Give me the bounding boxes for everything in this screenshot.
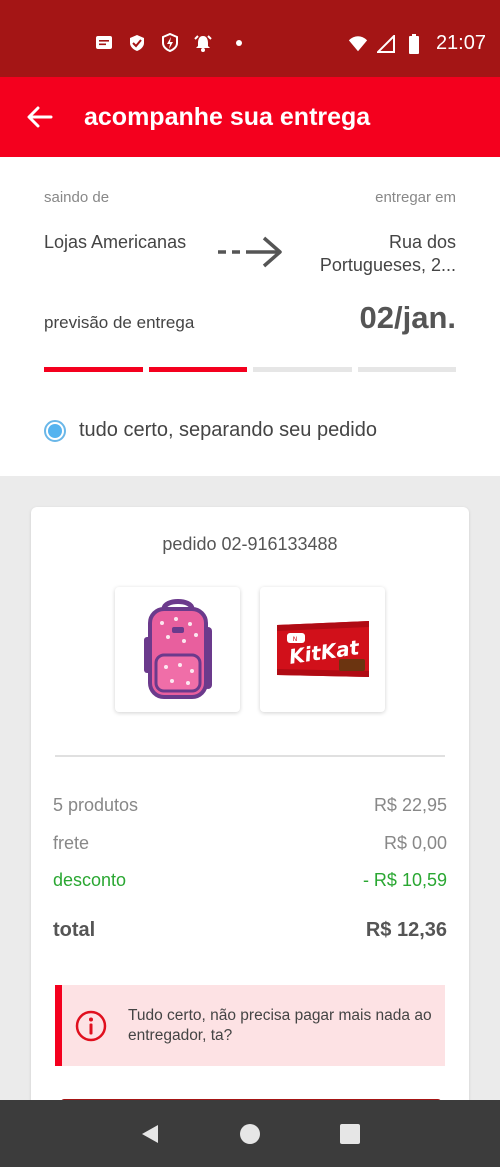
signal-icon — [376, 34, 396, 54]
total-label: total — [53, 919, 96, 941]
shield-check-icon — [127, 33, 147, 53]
order-number: pedido 02-916133488 — [162, 534, 338, 554]
back-triangle-icon — [142, 1124, 158, 1143]
origin-value: Lojas Americanas — [44, 232, 187, 252]
shield-bolt-icon — [160, 33, 180, 53]
alarm-icon — [193, 33, 213, 53]
home-circle-icon — [240, 1123, 260, 1144]
total-value: R$ 12,36 — [365, 919, 447, 941]
clock: 21:07 — [435, 32, 486, 54]
forecast-date: 02/jan. — [359, 300, 457, 335]
summary-products: 5 produtos R$ 22,95 — [53, 795, 447, 816]
destination-label: entregar em — [375, 189, 456, 206]
route-arrow-icon — [218, 236, 282, 268]
payment-notice: Tudo certo, não precisa pagar mais nada … — [55, 985, 445, 1066]
system-nav-bar — [0, 1100, 500, 1167]
progress-segment — [44, 367, 143, 372]
backpack-image — [143, 598, 212, 699]
summary-shipping: frete R$ 0,00 — [53, 833, 447, 854]
back-button[interactable] — [0, 77, 80, 157]
discount-value: - R$ 10,59 — [362, 870, 447, 890]
products-label: 5 produtos — [53, 795, 139, 815]
notice-text: Tudo certo, não precisa pagar mais nada … — [128, 1006, 432, 1044]
forecast-label: previsão de entrega — [44, 313, 195, 332]
summary-total: total R$ 12,36 — [53, 919, 447, 942]
notification-icons — [94, 33, 242, 53]
wifi-icon — [348, 34, 368, 54]
page-title: acompanhe sua entrega — [84, 102, 371, 131]
arrow-left-icon — [27, 106, 53, 128]
order-card: pedido 02-916133488 N KitKat 5 produtos … — [31, 507, 469, 1127]
app-bar: acompanhe sua entrega — [0, 77, 500, 157]
svg-text:N: N — [292, 636, 297, 643]
products-value: R$ 22,95 — [373, 795, 447, 815]
recents-square-icon — [340, 1123, 360, 1144]
info-icon — [75, 1010, 107, 1041]
nav-home-button[interactable] — [234, 1118, 266, 1150]
progress-segment — [148, 367, 247, 372]
nav-recents-button[interactable] — [334, 1118, 366, 1150]
system-indicators: 21:07 — [348, 32, 486, 55]
battery-icon — [404, 33, 424, 54]
dot-icon — [236, 40, 242, 46]
summary-discount: desconto - R$ 10,59 — [53, 870, 447, 891]
divider — [55, 755, 445, 757]
destination-value: Rua dos Portugueses, 2... — [319, 232, 456, 275]
progress-segment — [357, 367, 456, 372]
status-bar: 21:07 — [0, 0, 500, 77]
delivery-status: tudo certo, separando seu pedido — [44, 419, 377, 442]
shipping-label: frete — [53, 833, 90, 853]
progress-segment — [253, 367, 352, 372]
origin-label: saindo de — [44, 189, 110, 206]
shipping-value: R$ 0,00 — [383, 833, 447, 853]
status-radio-icon — [44, 419, 66, 442]
kitkat-image: N KitKat — [276, 620, 369, 677]
message-icon — [94, 33, 114, 53]
nav-back-button[interactable] — [134, 1118, 166, 1150]
delivery-progress-bar — [44, 367, 456, 372]
discount-label: desconto — [53, 870, 127, 890]
product-thumbnail-backpack[interactable] — [115, 587, 240, 712]
product-thumbnail-kitkat[interactable]: N KitKat — [260, 587, 385, 712]
status-text: tudo certo, separando seu pedido — [79, 419, 377, 441]
delivery-tracking-card: saindo de entregar em Lojas Americanas R… — [0, 157, 500, 476]
